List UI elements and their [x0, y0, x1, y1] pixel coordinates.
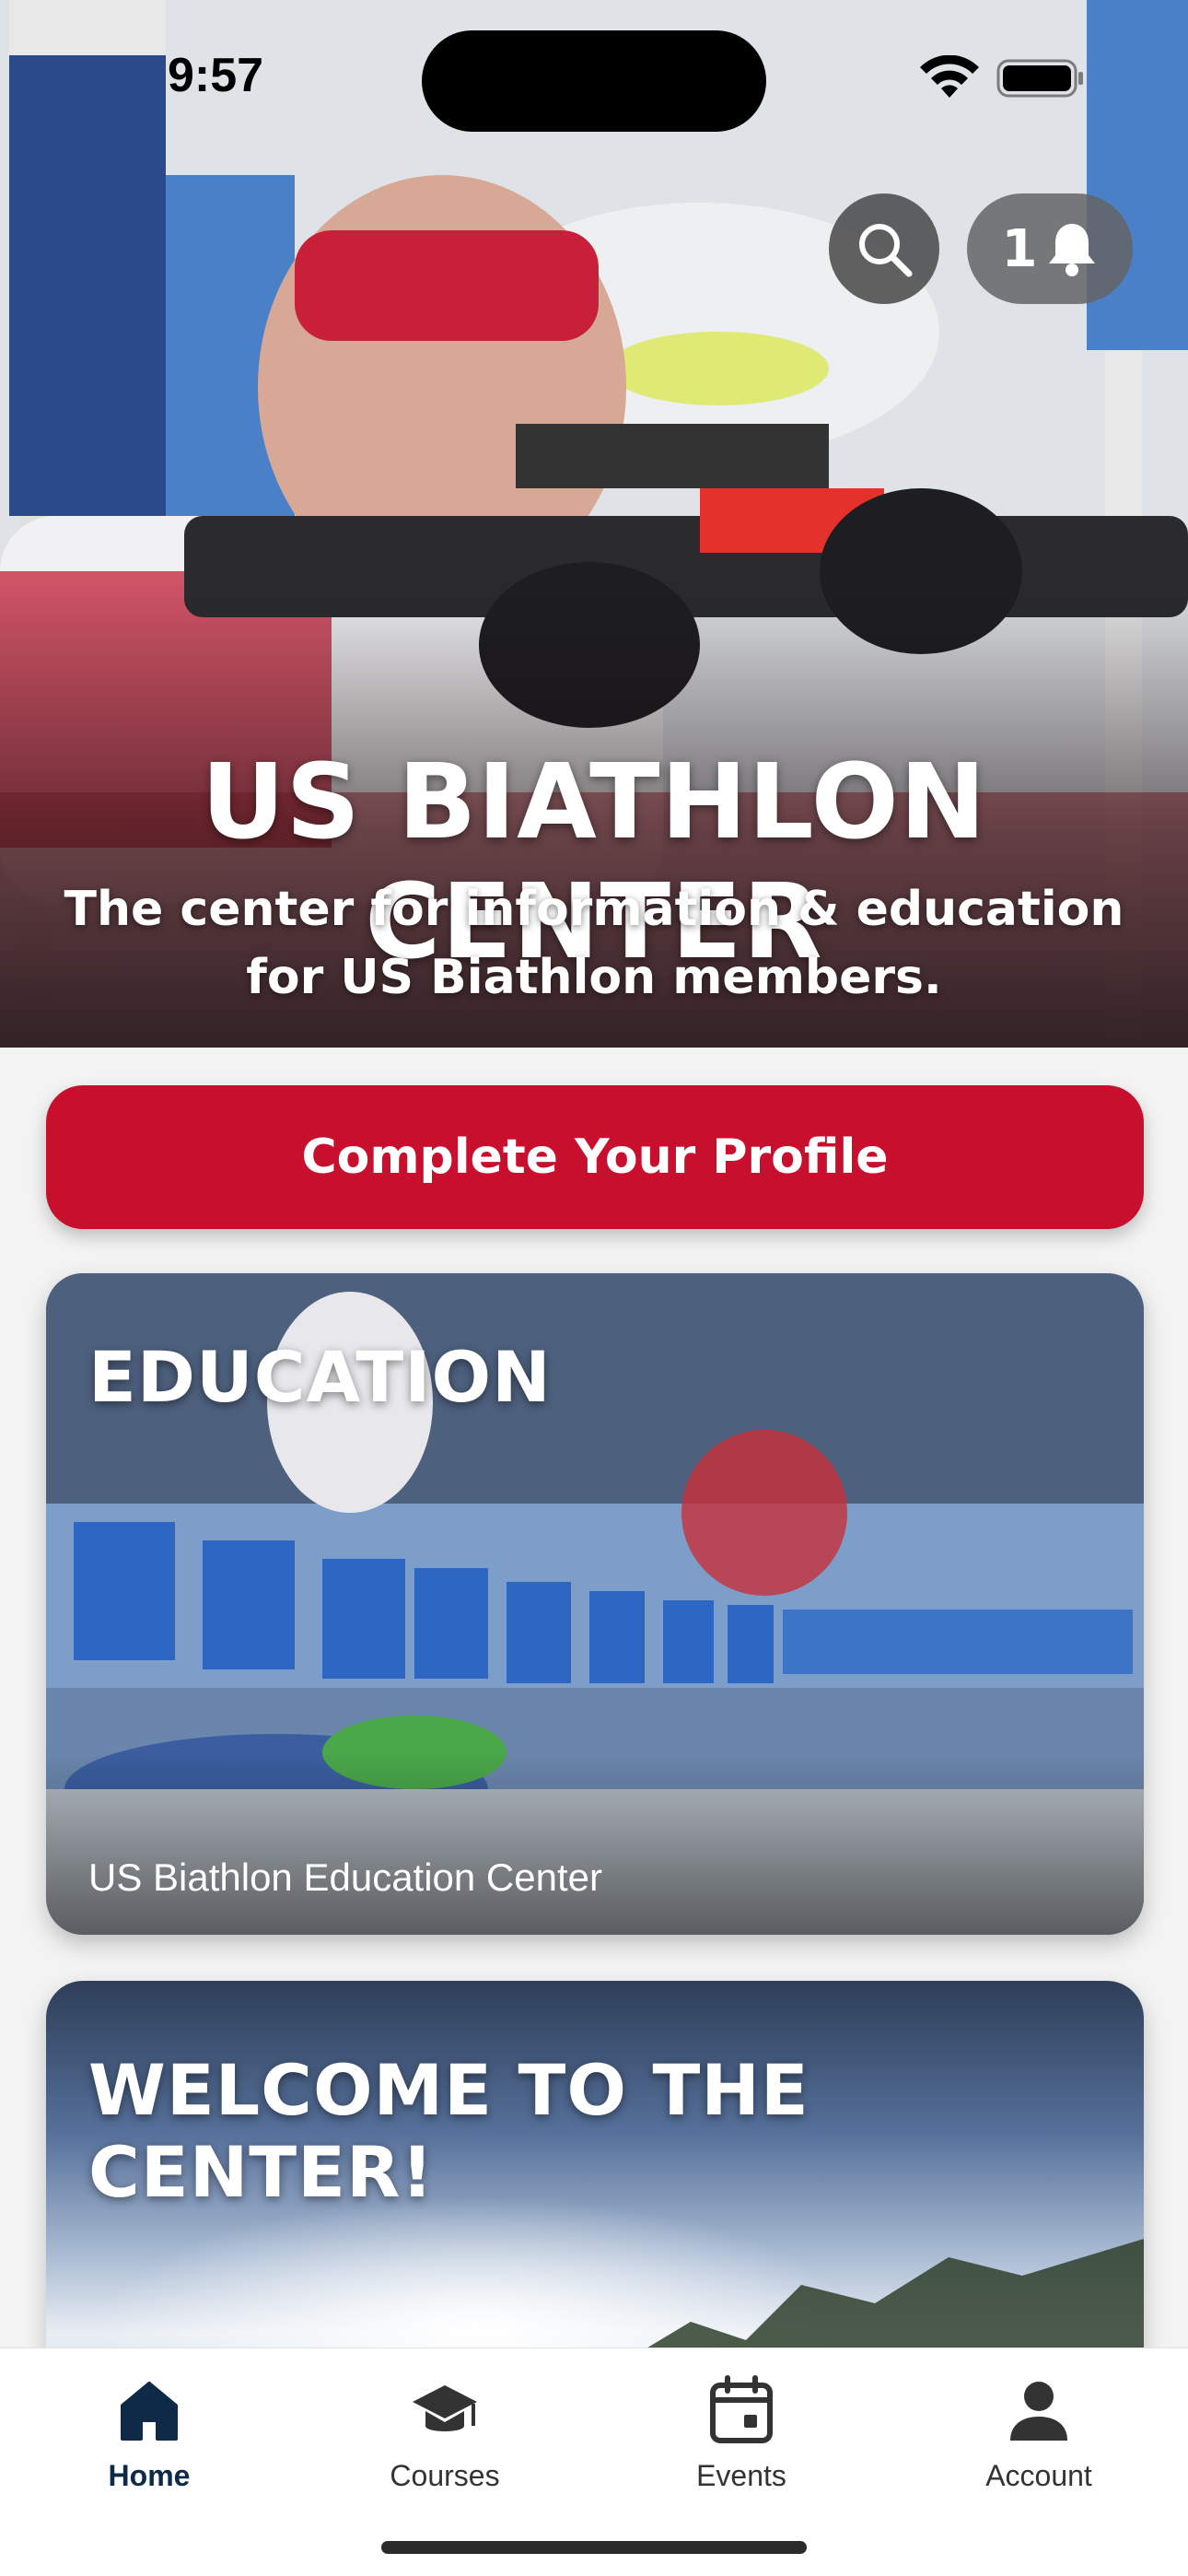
notification-count: 1: [1001, 218, 1038, 279]
tab-events-label: Events: [696, 2459, 786, 2492]
tab-events[interactable]: Events: [631, 2369, 852, 2516]
complete-profile-label: Complete Your Profile: [301, 1130, 889, 1185]
calendar-icon: [710, 2375, 773, 2443]
welcome-card-title: WELCOME TO THE CENTER!: [88, 2049, 809, 2213]
complete-profile-button[interactable]: Complete Your Profile: [46, 1085, 1144, 1229]
education-card-caption: US Biathlon Education Center: [88, 1856, 602, 1899]
hero-banner: US BIATHLON CENTER The center for inform…: [0, 0, 1188, 1048]
bell-icon: [1049, 224, 1096, 276]
battery-icon: [996, 59, 1083, 98]
home-indicator: [381, 2541, 807, 2554]
app-screen: US BIATHLON CENTER The center for inform…: [0, 0, 1188, 2576]
tab-home-label: Home: [108, 2459, 191, 2492]
tab-courses-label: Courses: [390, 2459, 500, 2492]
person-icon: [1010, 2382, 1067, 2441]
search-icon: [859, 224, 913, 277]
home-icon: [121, 2382, 178, 2441]
tab-account[interactable]: Account: [928, 2369, 1149, 2516]
tab-courses[interactable]: Courses: [334, 2369, 555, 2516]
graduation-cap-icon: [413, 2385, 477, 2431]
wifi-icon: [920, 55, 979, 98]
hero-subtitle: The center for information & education f…: [64, 882, 1124, 1005]
status-bar: 9:57: [0, 0, 1188, 157]
tab-account-label: Account: [985, 2459, 1092, 2492]
search-button[interactable]: [829, 193, 939, 304]
education-card[interactable]: EDUCATION US Biathlon Education Center: [46, 1273, 1144, 1935]
dynamic-island: [422, 30, 766, 132]
tab-home[interactable]: Home: [39, 2369, 260, 2516]
status-time: 9:57: [168, 49, 264, 102]
education-card-title: EDUCATION: [88, 1336, 552, 1418]
notifications-button[interactable]: 1: [967, 193, 1133, 304]
card-gradient-overlay: [46, 1751, 1144, 1935]
